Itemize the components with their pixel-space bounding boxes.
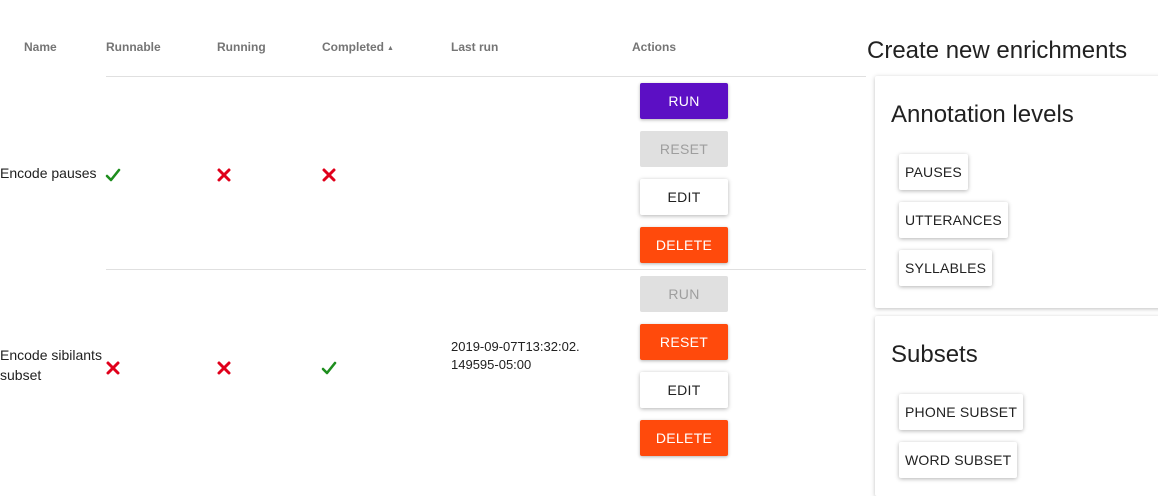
cross-icon <box>106 361 120 375</box>
row-name: Encode pauses <box>0 165 97 181</box>
phone-subset-button[interactable]: PHONE SUBSET <box>899 394 1024 430</box>
column-header-actions: Actions <box>632 40 677 54</box>
sort-ascending-icon: ▲ <box>387 45 394 52</box>
header-divider <box>106 76 866 77</box>
row-last-run: 2019-09-07T13:32:02.149595-05:00 <box>451 339 580 372</box>
column-header-last-run[interactable]: Last run <box>451 40 498 54</box>
section-title: Annotation levels <box>891 101 1074 128</box>
check-icon <box>321 361 337 375</box>
column-header-running[interactable]: Running <box>217 40 266 54</box>
syllables-button[interactable]: SYLLABLES <box>899 250 993 286</box>
pauses-button[interactable]: PAUSES <box>899 154 968 190</box>
column-header-completed[interactable]: Completed ▲ <box>322 40 394 54</box>
column-header-completed-label: Completed <box>322 40 385 54</box>
row-name: Encode sibilants subset <box>0 347 102 383</box>
column-header-name[interactable]: Name <box>24 40 57 54</box>
panel-title: Create new enrichments <box>867 37 1128 64</box>
row-divider <box>106 269 866 270</box>
reset-button[interactable]: RESET <box>640 131 728 167</box>
run-button[interactable]: RUN <box>640 276 728 312</box>
edit-button[interactable]: EDIT <box>640 372 728 408</box>
annotation-levels-card: Annotation levels PAUSES UTTERANCES SYLL… <box>875 76 1158 308</box>
run-button[interactable]: RUN <box>640 83 728 119</box>
delete-button[interactable]: DELETE <box>640 227 728 263</box>
cross-icon <box>217 361 231 375</box>
check-icon <box>105 168 121 182</box>
section-title: Subsets <box>891 341 978 368</box>
utterances-button[interactable]: UTTERANCES <box>899 202 1008 238</box>
column-header-runnable[interactable]: Runnable <box>106 40 161 54</box>
delete-button[interactable]: DELETE <box>640 420 728 456</box>
word-subset-button[interactable]: WORD SUBSET <box>899 442 1018 478</box>
cross-icon <box>322 168 336 182</box>
reset-button[interactable]: RESET <box>640 324 728 360</box>
edit-button[interactable]: EDIT <box>640 179 728 215</box>
cross-icon <box>217 168 231 182</box>
subsets-card: Subsets PHONE SUBSET WORD SUBSET <box>875 316 1158 496</box>
